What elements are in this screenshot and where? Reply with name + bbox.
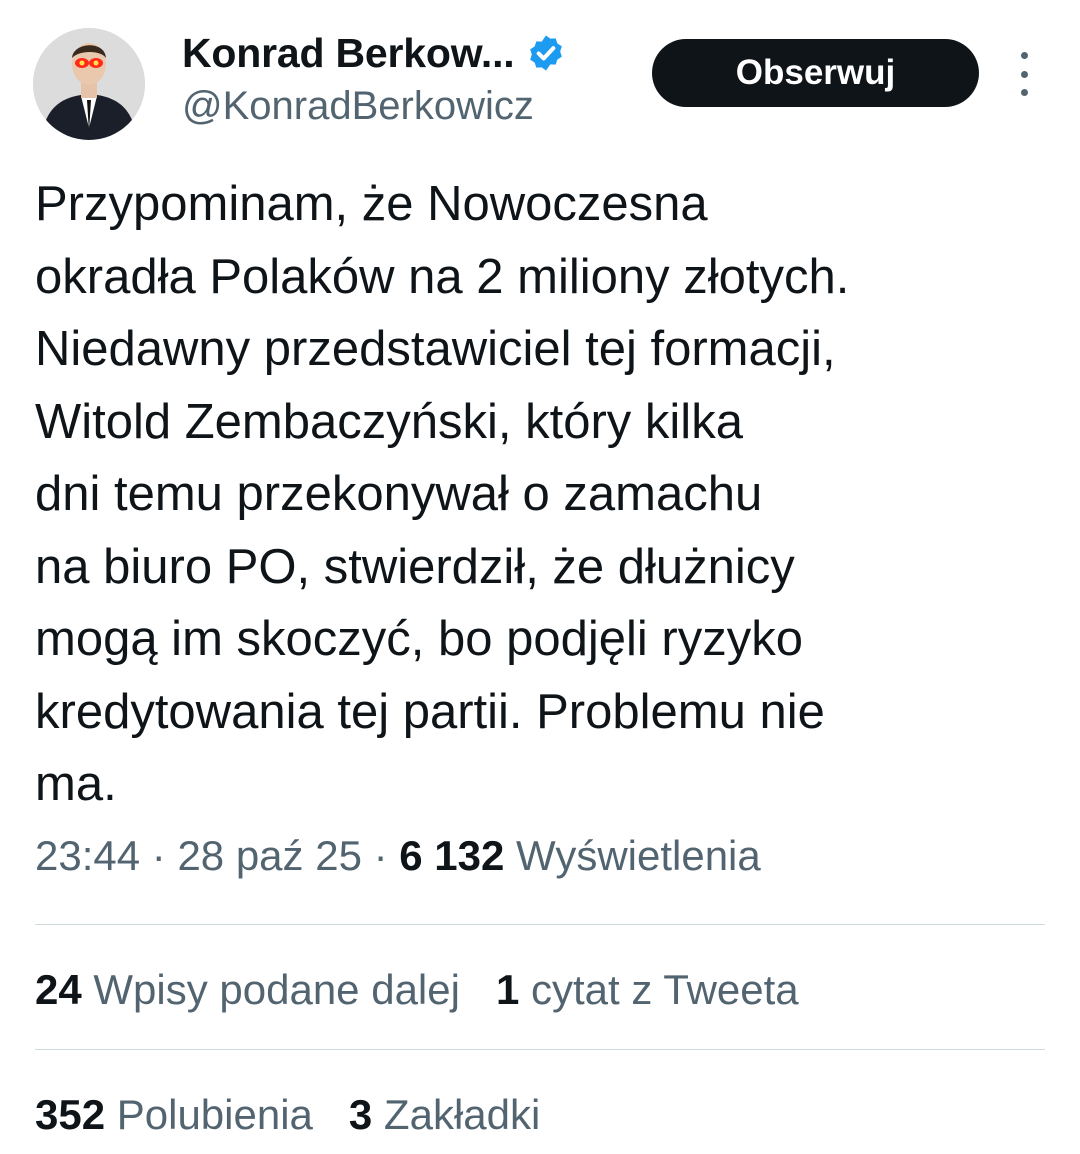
avatar[interactable]	[33, 28, 145, 140]
quotes-stat[interactable]: 1 cytat z Tweeta	[496, 966, 799, 1014]
likes-stat[interactable]: 352 Polubienia	[35, 1091, 313, 1139]
author-handle[interactable]: @KonradBerkowicz	[182, 84, 534, 129]
more-vertical-icon[interactable]	[1008, 52, 1040, 96]
quotes-label: cytat z Tweeta	[519, 966, 799, 1013]
more-dot	[1020, 70, 1028, 78]
bookmarks-stat[interactable]: 3 Zakładki	[349, 1091, 540, 1139]
meta-separator: ·	[140, 832, 178, 879]
more-dot	[1020, 89, 1028, 96]
views-label: Wyświetlenia	[504, 832, 761, 879]
quotes-count: 1	[495, 966, 520, 1013]
tweet-header: Konrad Berkow... @KonradBerkowicz Obserw…	[0, 0, 1080, 160]
profile-photo	[33, 28, 145, 140]
author-name[interactable]: Konrad Berkow...	[182, 30, 515, 77]
likes-label: Polubienia	[105, 1091, 313, 1138]
likes-count: 352	[35, 1091, 106, 1138]
bookmarks-label: Zakładki	[372, 1091, 541, 1138]
tweet-meta: 23:44 · 28 paź 25 · 6 132 Wyświetlenia	[35, 832, 761, 880]
retweets-count: 24	[35, 966, 82, 1013]
retweets-label: Wpisy podane dalej	[81, 966, 460, 1013]
stats-row-shares: 24 Wpisy podane dalej 1 cytat z Tweeta	[35, 966, 799, 1014]
bookmarks-count: 3	[348, 1091, 373, 1138]
meta-separator: ·	[361, 832, 400, 879]
retweets-stat[interactable]: 24 Wpisy podane dalej	[35, 966, 460, 1014]
divider	[35, 1049, 1045, 1050]
divider	[35, 924, 1045, 925]
more-dot	[1020, 52, 1028, 59]
views-count: 6 132	[399, 832, 505, 879]
author-name-row: Konrad Berkow...	[182, 28, 566, 78]
stats-row-likes: 352 Polubienia 3 Zakładki	[35, 1091, 540, 1139]
follow-button[interactable]: Obserwuj	[652, 39, 979, 107]
tweet-date[interactable]: 28 paź 25	[177, 832, 362, 879]
tweet-time[interactable]: 23:44	[35, 832, 140, 879]
verified-badge-icon	[530, 35, 563, 71]
tweet-text: Przypominam, że Nowoczesna okradła Polak…	[35, 177, 850, 811]
